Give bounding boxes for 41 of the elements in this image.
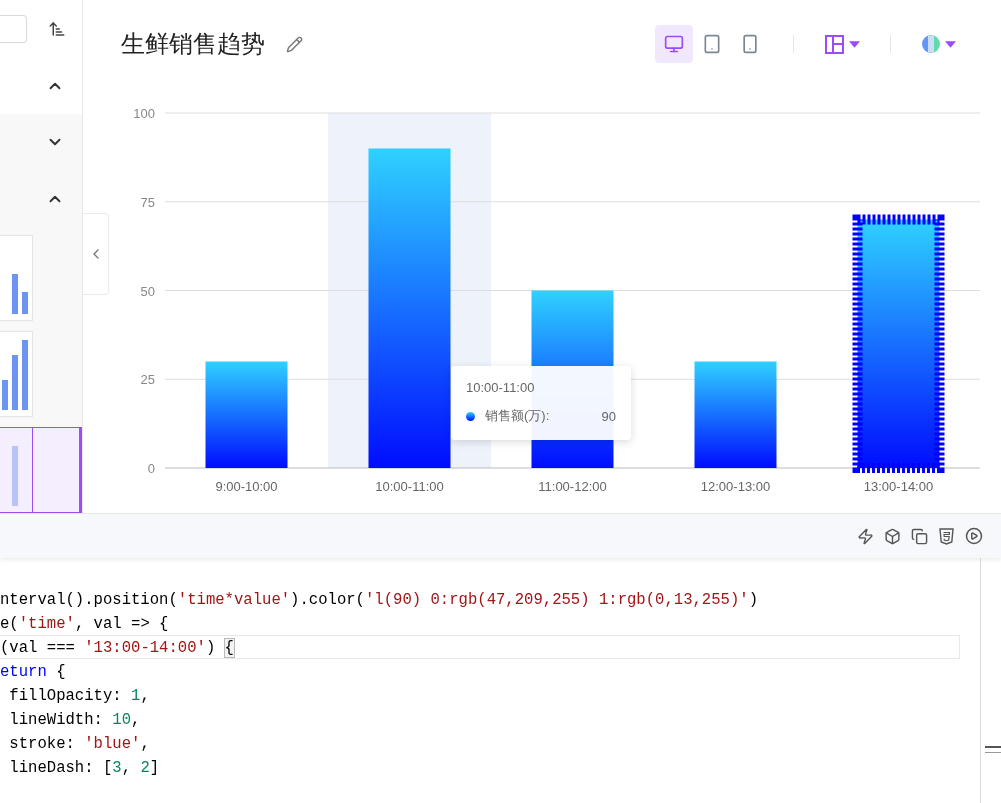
chart-thumbnail[interactable] bbox=[0, 427, 82, 513]
tablet-icon bbox=[702, 34, 722, 54]
sort-icon[interactable] bbox=[48, 20, 66, 38]
code-line: fillOpacity: 1, bbox=[8, 686, 151, 707]
x-tick-label: 12:00-13:00 bbox=[700, 479, 771, 494]
caret-icon bbox=[945, 40, 956, 48]
phone-icon bbox=[740, 34, 760, 54]
x-tick-label: 13:00-14:00 bbox=[863, 479, 934, 494]
tooltip-label: 销售额(万): bbox=[485, 407, 550, 425]
caret-icon bbox=[848, 40, 860, 48]
code-line: eturn { bbox=[0, 662, 67, 683]
series-dot-icon bbox=[466, 411, 475, 421]
code-line: nterval().position('time*value').color('l(90) 0:rgb(47,209,255) 1:rgb(0,13,255)') bbox=[0, 590, 759, 611]
scrollbar[interactable] bbox=[980, 558, 1001, 803]
y-tick-label: 100 bbox=[133, 106, 155, 121]
code-line: stroke: 'blue', bbox=[8, 734, 151, 755]
code-line: e('time', val => { bbox=[0, 614, 170, 635]
layout-icon bbox=[824, 34, 844, 54]
html-icon[interactable] bbox=[938, 527, 955, 545]
code-line: lineWidth: 10, bbox=[8, 710, 142, 731]
tooltip-value: 90 bbox=[601, 408, 616, 424]
search-field[interactable] bbox=[0, 15, 27, 43]
chart-title: 生鲜销售趋势 bbox=[121, 29, 265, 59]
pencil-icon bbox=[285, 35, 303, 53]
x-tick-label: 9:00-10:00 bbox=[215, 479, 278, 494]
x-tick-label: 11:00-12:00 bbox=[538, 479, 607, 494]
y-tick-label: 25 bbox=[140, 372, 155, 388]
cube-icon[interactable] bbox=[884, 527, 901, 545]
y-tick-label: 50 bbox=[140, 283, 155, 299]
play-icon[interactable] bbox=[965, 527, 983, 545]
x-tick-label: 10:00-11:00 bbox=[375, 479, 444, 494]
lightning-icon[interactable] bbox=[857, 527, 874, 545]
theme-icon bbox=[922, 35, 940, 53]
y-tick-label: 0 bbox=[147, 461, 155, 476]
copy-icon[interactable] bbox=[911, 527, 928, 545]
tooltip-title: 10:00-11:00 bbox=[466, 380, 536, 395]
device-button[interactable] bbox=[655, 25, 693, 63]
y-tick-label: 75 bbox=[140, 194, 155, 210]
monitor-icon bbox=[664, 34, 684, 54]
code-line: (val === '13:00-14:00') { bbox=[0, 635, 960, 659]
code-line: lineDash: [3, 2] bbox=[8, 758, 161, 779]
